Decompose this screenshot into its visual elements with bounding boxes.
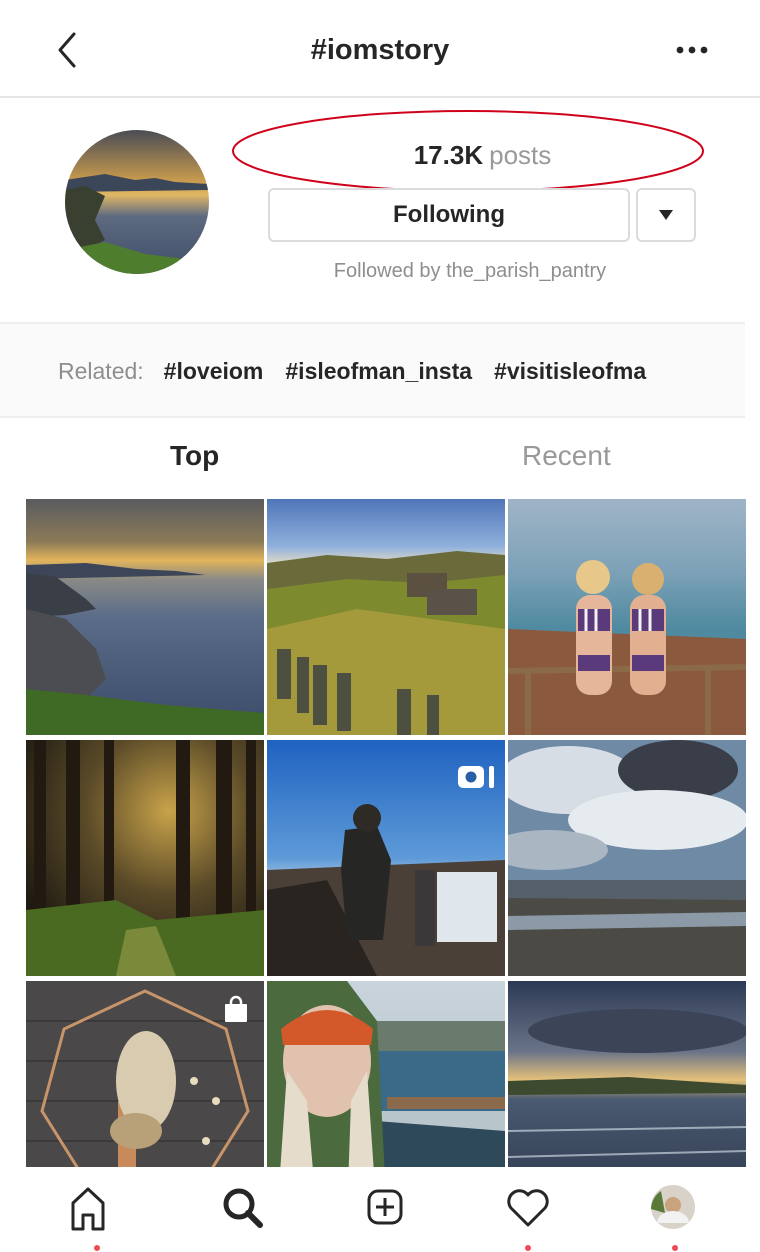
post-thumbnail (508, 981, 746, 1167)
post-thumbnail (26, 740, 264, 976)
more-horizontal-icon[interactable] (672, 38, 712, 62)
grid-post[interactable] (267, 740, 505, 976)
grid-post[interactable] (267, 499, 505, 735)
related-hashtags-bar: Related: #loveiom #isleofman_insta #visitis… (0, 322, 745, 418)
grid-post[interactable] (26, 740, 264, 976)
heart-icon[interactable] (498, 1177, 558, 1237)
top-bar: #iomstory (0, 0, 760, 98)
page-title: #iomstory (310, 34, 450, 66)
search-icon[interactable] (212, 1177, 272, 1237)
following-button[interactable]: Following (268, 188, 630, 242)
home-icon[interactable] (58, 1177, 118, 1237)
related-tag-isleofman-insta[interactable]: #isleofman_insta (285, 358, 472, 384)
posts-number: 17.3K (413, 140, 484, 170)
posts-label: posts (489, 140, 552, 170)
post-thumbnail (267, 981, 505, 1167)
followed-by-text[interactable]: Followed by the_parish_pantry (270, 260, 670, 283)
bottom-nav (0, 1167, 760, 1252)
grid-post[interactable] (508, 499, 746, 735)
activity-notification-dot (525, 1245, 531, 1251)
post-thumbnail (267, 499, 505, 735)
shopping-bag-icon (225, 995, 247, 1022)
related-label: Related: (58, 358, 144, 384)
grid-post[interactable] (26, 981, 264, 1167)
hashtag-avatar (65, 130, 209, 274)
grid-post[interactable] (267, 981, 505, 1167)
add-post-icon[interactable] (355, 1177, 415, 1237)
post-thumbnail (508, 499, 746, 735)
caret-down-icon (659, 210, 673, 220)
post-thumbnail (26, 499, 264, 735)
post-thumbnail (508, 740, 746, 976)
home-notification-dot (94, 1245, 100, 1251)
profile-notification-dot (672, 1245, 678, 1251)
video-icon (458, 766, 494, 788)
grid-post[interactable] (508, 740, 746, 976)
profile-avatar[interactable] (645, 1179, 705, 1239)
related-tag-visitisleofman[interactable]: #visitisleofma (494, 358, 646, 384)
grid-post[interactable] (26, 499, 264, 735)
tab-recent[interactable]: Recent (522, 440, 611, 472)
tab-top[interactable]: Top (170, 440, 219, 472)
posts-count: 17.3K posts (270, 140, 695, 171)
post-grid (26, 499, 746, 1167)
related-tag-loveiom[interactable]: #loveiom (164, 358, 264, 384)
follow-options-dropdown[interactable] (636, 188, 696, 242)
grid-post[interactable] (508, 981, 746, 1167)
